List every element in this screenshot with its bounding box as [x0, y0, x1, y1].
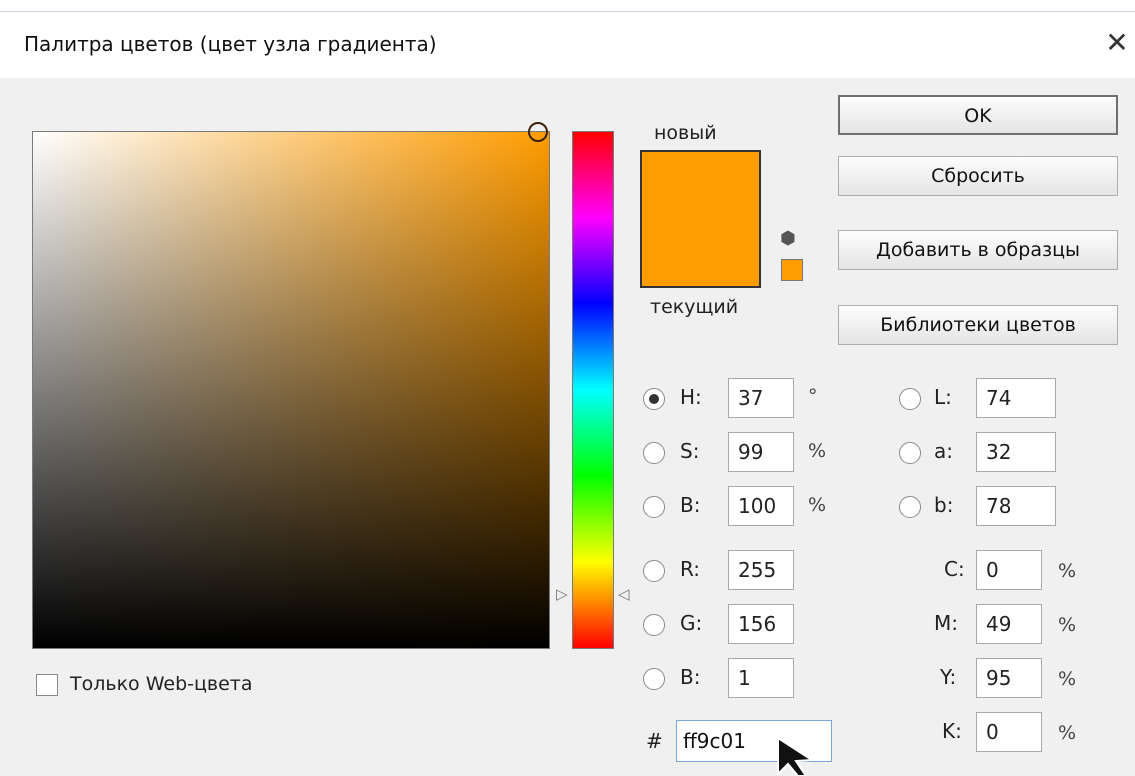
color-field[interactable] — [32, 131, 550, 649]
blue-input[interactable]: 1 — [728, 658, 794, 698]
hue-slider-left-arrow-icon[interactable]: ▷ — [556, 585, 568, 603]
saturation-input[interactable]: 99 — [728, 432, 794, 472]
current-color-swatch[interactable] — [640, 219, 761, 288]
red-input[interactable]: 255 — [728, 550, 794, 590]
cyan-unit: % — [1058, 560, 1077, 582]
cyan-input[interactable]: 0 — [976, 550, 1042, 590]
yellow-unit: % — [1058, 668, 1077, 690]
cube-icon[interactable]: ⬢ — [780, 228, 796, 249]
saturation-label: S: — [680, 439, 700, 463]
saturation-unit: % — [808, 440, 827, 462]
black-unit: % — [1058, 722, 1077, 744]
radio-lightness[interactable] — [899, 388, 921, 410]
new-color-label: новый — [654, 122, 717, 144]
magenta-unit: % — [1058, 614, 1077, 636]
hue-slider[interactable] — [572, 131, 614, 649]
close-icon[interactable]: ✕ — [1100, 26, 1134, 60]
black-label: K: — [942, 719, 962, 743]
hue-label: H: — [680, 385, 702, 409]
cyan-label: C: — [944, 557, 965, 581]
blue-label: B: — [680, 665, 701, 689]
add-to-swatches-button[interactable]: Добавить в образцы — [838, 230, 1118, 270]
brightness-input[interactable]: 100 — [728, 486, 794, 526]
radio-saturation[interactable] — [643, 442, 665, 464]
web-colors-only-label: Только Web-цвета — [70, 673, 253, 695]
brightness-label: B: — [680, 493, 701, 517]
new-color-swatch — [640, 150, 761, 219]
hue-unit: ° — [808, 385, 818, 407]
b-lab-label: b: — [934, 493, 954, 517]
b-lab-input[interactable]: 78 — [976, 486, 1056, 526]
magenta-input[interactable]: 49 — [976, 604, 1042, 644]
yellow-label: Y: — [940, 665, 957, 689]
magenta-label: M: — [934, 611, 958, 635]
lightness-input[interactable]: 74 — [976, 378, 1056, 418]
hue-input[interactable]: 37 — [728, 378, 794, 418]
hex-hash-label: # — [646, 729, 663, 753]
reset-button[interactable]: Сбросить — [838, 156, 1118, 196]
radio-a[interactable] — [899, 442, 921, 464]
red-label: R: — [680, 557, 701, 581]
a-label: a: — [934, 439, 953, 463]
yellow-input[interactable]: 95 — [976, 658, 1042, 698]
black-input[interactable]: 0 — [976, 712, 1042, 752]
current-color-label: текущий — [650, 296, 739, 318]
radio-red[interactable] — [643, 560, 665, 582]
radio-green[interactable] — [643, 614, 665, 636]
brightness-unit: % — [808, 494, 827, 516]
a-input[interactable]: 32 — [976, 432, 1056, 472]
radio-blue[interactable] — [643, 668, 665, 690]
web-colors-only-checkbox[interactable] — [36, 674, 58, 696]
mouse-pointer-icon — [777, 736, 816, 776]
radio-b-lab[interactable] — [899, 496, 921, 518]
hue-slider-right-arrow-icon[interactable]: ◁ — [618, 585, 630, 603]
color-field-picker-circle[interactable] — [528, 122, 548, 142]
ok-button[interactable]: OK — [838, 95, 1118, 135]
color-libraries-button[interactable]: Библиотеки цветов — [838, 305, 1118, 345]
top-accent-line — [0, 0, 1135, 12]
radio-hue[interactable] — [643, 388, 665, 410]
radio-brightness[interactable] — [643, 496, 665, 518]
lightness-label: L: — [934, 385, 952, 409]
green-label: G: — [680, 611, 703, 635]
web-safe-swatch[interactable] — [781, 259, 803, 281]
green-input[interactable]: 156 — [728, 604, 794, 644]
window-title: Палитра цветов (цвет узла градиента) — [24, 32, 437, 56]
